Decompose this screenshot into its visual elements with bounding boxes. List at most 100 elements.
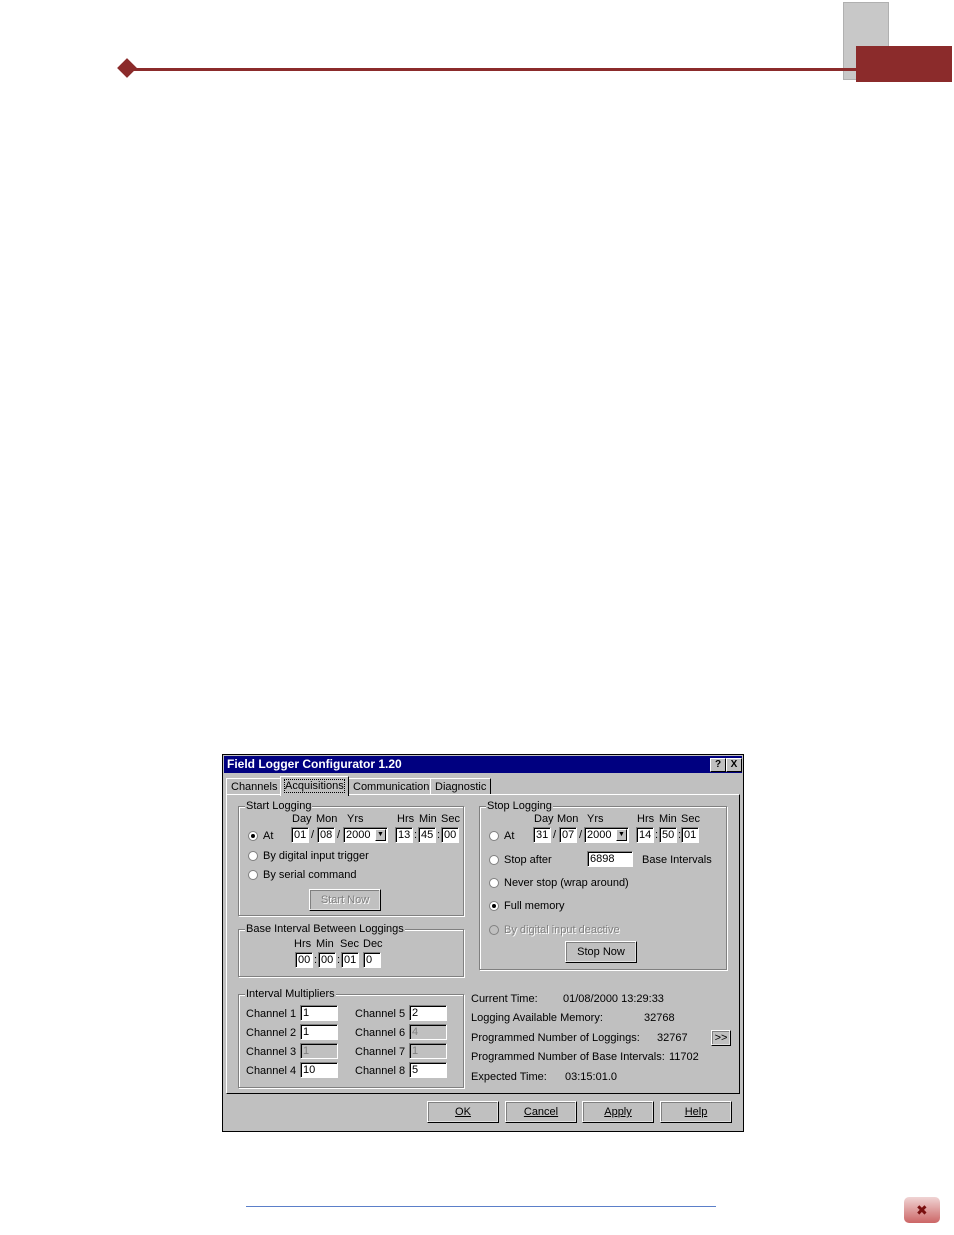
cancel-button[interactable]: Cancel: [505, 1101, 577, 1123]
col-sec: Sec: [441, 813, 460, 825]
stop-now-button[interactable]: Stop Now: [565, 941, 637, 963]
stop-at-radio[interactable]: [489, 831, 499, 841]
stop-after-radio[interactable]: [489, 855, 499, 865]
bi-sec-field[interactable]: 01: [341, 952, 359, 968]
start-now-button[interactable]: Start Now: [309, 889, 381, 911]
start-serial-label: By serial command: [263, 869, 357, 881]
time-separator: :: [655, 829, 659, 841]
stop-never-label: Never stop (wrap around): [504, 877, 629, 889]
stop-digital-label: By digital input deactive: [504, 924, 620, 936]
start-day-field[interactable]: 01: [291, 827, 309, 843]
help-button[interactable]: Help: [660, 1101, 732, 1123]
field-logger-dialog: Field Logger Configurator 1.20 ? X Chann…: [222, 754, 744, 1132]
start-digital-label: By digital input trigger: [263, 850, 369, 862]
stop-day-field[interactable]: 31: [533, 827, 551, 843]
tab-acquisitions[interactable]: Acquisitions: [280, 776, 349, 796]
channel-1-field[interactable]: 1: [300, 1005, 338, 1021]
channel-3-label: Channel 3: [246, 1046, 297, 1058]
start-min-field[interactable]: 45: [418, 827, 436, 843]
channel-6-label: Channel 6: [355, 1027, 406, 1039]
start-logging-title: Start Logging: [245, 800, 313, 812]
help-titlebar-button[interactable]: ?: [710, 758, 726, 772]
expected-time-label: Expected Time:: [471, 1071, 547, 1083]
channel-5-label: Channel 5: [355, 1008, 406, 1020]
expected-time-value: 03:15:01.0: [565, 1071, 617, 1083]
prog-loggings-value: 32767: [657, 1032, 688, 1044]
start-sec-field[interactable]: 00: [441, 827, 459, 843]
col-hrs: Hrs: [397, 813, 415, 825]
stop-never-radio[interactable]: [489, 878, 499, 888]
bi-dec-field[interactable]: 0: [363, 952, 381, 968]
start-digital-radio[interactable]: [248, 851, 258, 861]
date-separator: /: [553, 829, 557, 841]
stop-col-hrs: Hrs: [637, 813, 655, 825]
stop-after-field[interactable]: 6898: [587, 851, 633, 867]
channel-2-label: Channel 2: [246, 1027, 297, 1039]
stop-col-day: Day: [534, 813, 554, 825]
col-day: Day: [292, 813, 312, 825]
channel-3-field: 1: [300, 1043, 338, 1059]
interval-multipliers-title: Interval Multipliers: [245, 988, 336, 1000]
stop-min-field[interactable]: 50: [659, 827, 677, 843]
stop-sec-field[interactable]: 01: [681, 827, 699, 843]
channel-4-field[interactable]: 10: [300, 1062, 338, 1078]
stop-yrs-select[interactable]: 2000 ▼: [584, 827, 629, 843]
ok-button[interactable]: OK: [427, 1101, 499, 1123]
time-separator: :: [414, 829, 418, 841]
start-hrs-field[interactable]: 13: [395, 827, 413, 843]
start-yrs-select[interactable]: 2000 ▼: [343, 827, 388, 843]
stop-digital-radio: [489, 925, 499, 935]
start-mon-field[interactable]: 08: [317, 827, 335, 843]
time-separator: :: [437, 829, 441, 841]
dialog-title: Field Logger Configurator 1.20: [227, 757, 402, 771]
footer-close-icon[interactable]: ✖: [904, 1197, 940, 1223]
stop-col-mon: Mon: [557, 813, 579, 825]
stop-col-min: Min: [659, 813, 677, 825]
bi-col-sec: Sec: [340, 938, 359, 950]
bi-hrs-field[interactable]: 00: [295, 952, 313, 968]
bi-col-dec: Dec: [363, 938, 383, 950]
stop-col-sec: Sec: [681, 813, 700, 825]
chevron-down-icon[interactable]: ▼: [616, 829, 627, 841]
apply-button[interactable]: Apply: [582, 1101, 654, 1123]
bi-min-field[interactable]: 00: [318, 952, 336, 968]
chevron-down-icon[interactable]: ▼: [375, 829, 386, 841]
base-interval-title: Base Interval Between Loggings: [245, 923, 405, 935]
channel-8-label: Channel 8: [355, 1065, 406, 1077]
tab-channels[interactable]: Channels: [226, 778, 283, 795]
stop-logging-group: Stop Logging Day Mon Yrs Hrs Min Sec At …: [479, 800, 727, 970]
header-rule: [128, 68, 858, 71]
bi-col-hrs: Hrs: [294, 938, 312, 950]
close-titlebar-button[interactable]: X: [726, 758, 742, 772]
start-serial-radio[interactable]: [248, 870, 258, 880]
date-separator: /: [337, 829, 341, 841]
prog-base-value: 11702: [669, 1051, 699, 1063]
stop-full-memory-radio[interactable]: [489, 901, 499, 911]
diamond-icon: [117, 58, 137, 78]
title-bar: Field Logger Configurator 1.20 ? X: [224, 756, 742, 773]
channel-8-field[interactable]: 5: [409, 1062, 447, 1078]
channel-5-field[interactable]: 2: [409, 1005, 447, 1021]
interval-multipliers-group: Interval Multipliers Channel 1 1 Channel…: [238, 988, 464, 1088]
channel-2-field[interactable]: 1: [300, 1024, 338, 1040]
channel-4-label: Channel 4: [246, 1065, 297, 1077]
base-intervals-label: Base Intervals: [642, 854, 712, 866]
col-min: Min: [419, 813, 437, 825]
tab-communication[interactable]: Communication: [348, 778, 435, 795]
channel-6-field: 4: [409, 1024, 447, 1040]
channel-7-field: 1: [409, 1043, 447, 1059]
stop-full-memory-label: Full memory: [504, 900, 565, 912]
col-mon: Mon: [316, 813, 338, 825]
col-yrs: Yrs: [347, 813, 364, 825]
channel-1-label: Channel 1: [246, 1008, 297, 1020]
stop-hrs-field[interactable]: 14: [636, 827, 654, 843]
stop-col-yrs: Yrs: [587, 813, 604, 825]
start-at-radio[interactable]: [248, 831, 258, 841]
stop-yrs-value: 2000: [587, 829, 612, 841]
more-button[interactable]: >>: [711, 1030, 731, 1046]
tab-diagnostic[interactable]: Diagnostic: [430, 778, 492, 795]
current-time-label: Current Time:: [471, 993, 538, 1005]
stop-mon-field[interactable]: 07: [559, 827, 577, 843]
header-accent-block: [856, 46, 952, 82]
base-interval-group: Base Interval Between Loggings Hrs Min S…: [238, 923, 464, 977]
